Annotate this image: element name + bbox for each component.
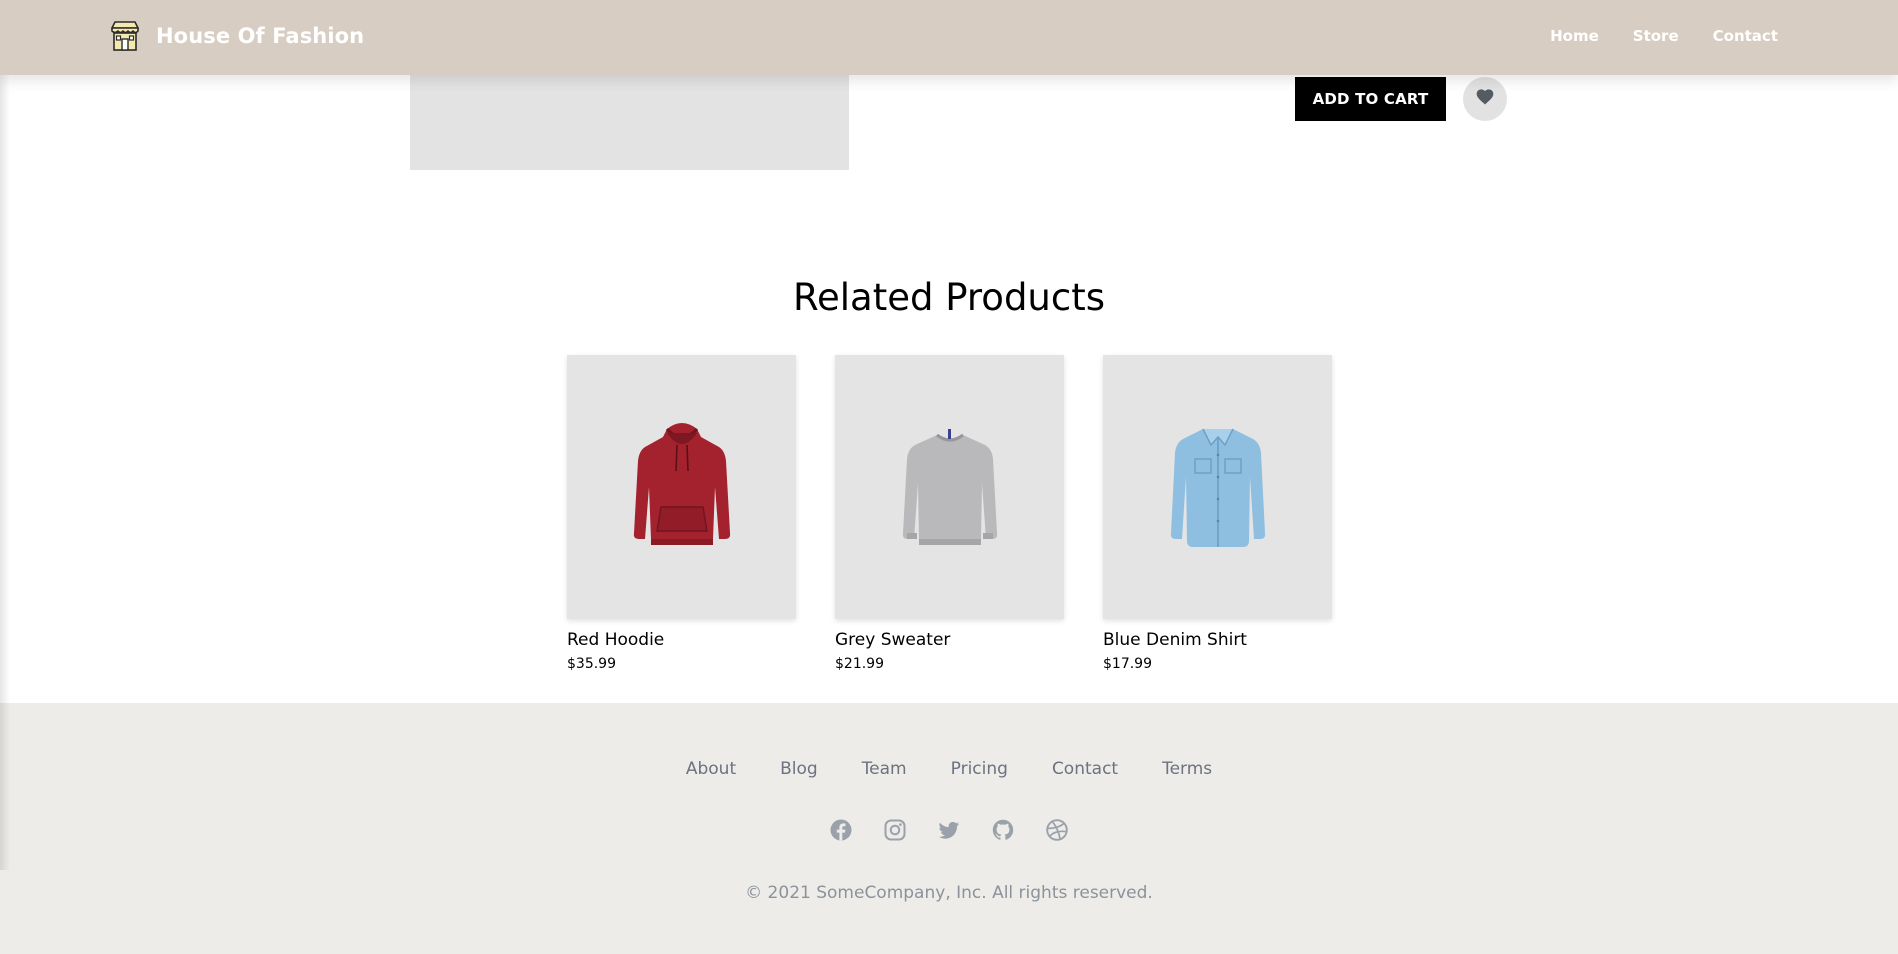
product-card[interactable]: Blue Denim Shirt $17.99 [1103,355,1332,672]
site-footer: About Blog Team Pricing Contact Terms © … [0,703,1898,954]
facebook-icon[interactable] [829,818,853,842]
product-image-placeholder [410,75,849,170]
nav-home[interactable]: Home [1550,27,1599,45]
related-products-list: Red Hoodie $35.99 Grey Sweater $21.99 Bl… [567,355,1332,672]
page: House Of Fashion Home Store Contact ADD … [0,0,1898,954]
footer-link-contact[interactable]: Contact [1052,759,1118,779]
sweater-icon [895,415,1005,559]
product-name[interactable]: Red Hoodie [567,630,796,650]
copyright-text: © 2021 SomeCompany, Inc. All rights rese… [745,883,1153,903]
footer-link-blog[interactable]: Blog [780,759,818,779]
left-edge-shadow [0,0,10,870]
dribbble-icon[interactable] [1045,818,1069,842]
product-image[interactable] [1103,355,1332,619]
footer-link-terms[interactable]: Terms [1162,759,1212,779]
product-image[interactable] [567,355,796,619]
brand[interactable]: House Of Fashion [108,19,364,53]
social-links [0,818,1898,842]
product-card[interactable]: Grey Sweater $21.99 [835,355,1064,672]
product-image[interactable] [835,355,1064,619]
wishlist-button[interactable] [1463,77,1507,121]
store-icon [108,19,142,53]
nav-contact[interactable]: Contact [1713,27,1778,45]
heart-icon [1475,87,1495,111]
product-price: $17.99 [1103,656,1152,672]
nav-store[interactable]: Store [1633,27,1679,45]
footer-link-team[interactable]: Team [862,759,907,779]
add-to-cart-button[interactable]: ADD TO CART [1295,77,1446,121]
product-price: $21.99 [835,656,884,672]
product-price: $35.99 [567,656,616,672]
hoodie-icon [627,415,737,559]
footer-nav: About Blog Team Pricing Contact Terms [0,759,1898,779]
instagram-icon[interactable] [883,818,907,842]
product-card[interactable]: Red Hoodie $35.99 [567,355,796,672]
github-icon[interactable] [991,818,1015,842]
shirt-icon [1163,415,1273,559]
product-name[interactable]: Blue Denim Shirt [1103,630,1332,650]
related-products-title: Related Products [792,276,1106,319]
site-header: House Of Fashion Home Store Contact [0,0,1898,75]
main-nav: Home Store Contact [1550,27,1778,45]
footer-link-pricing[interactable]: Pricing [951,759,1008,779]
footer-link-about[interactable]: About [686,759,736,779]
product-name[interactable]: Grey Sweater [835,630,1064,650]
brand-title: House Of Fashion [156,24,365,48]
twitter-icon[interactable] [937,818,961,842]
